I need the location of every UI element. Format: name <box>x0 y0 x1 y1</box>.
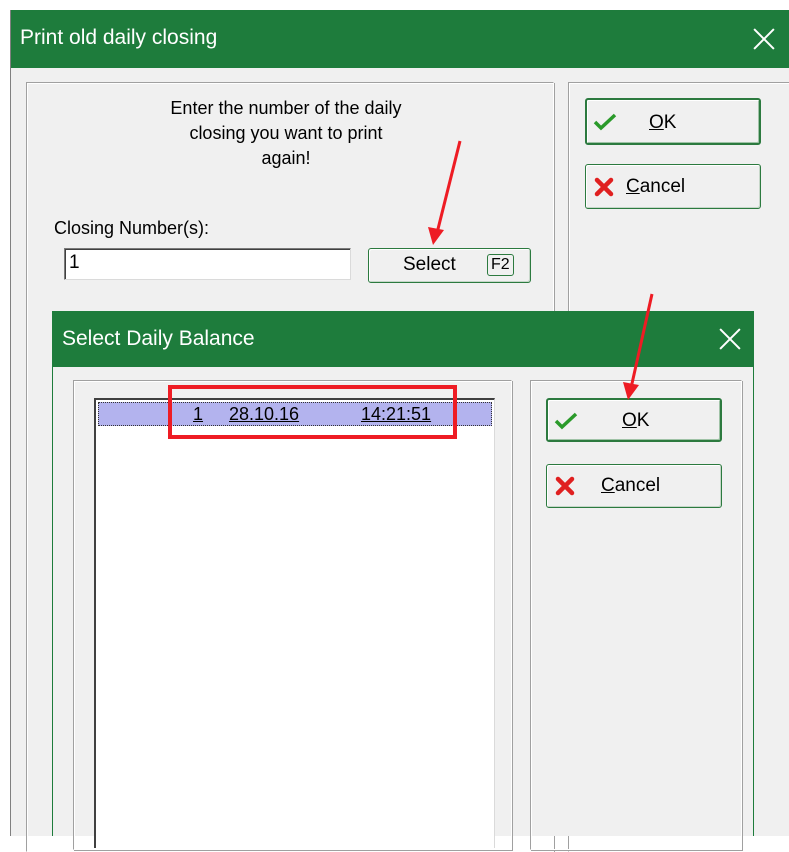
dialog-title: Select Daily Balance <box>62 327 255 350</box>
cancel-button[interactable]: Cancel <box>546 464 722 508</box>
cancel-x-icon <box>555 476 575 496</box>
cancel-button[interactable]: Cancel <box>585 164 761 209</box>
ok-button-label: OK <box>622 410 650 431</box>
ok-button[interactable]: OK <box>546 398 722 442</box>
instruction-text: Enter the number of the daily closing yo… <box>101 96 471 171</box>
close-icon[interactable] <box>751 26 777 52</box>
dialog-titlebar[interactable]: Print old daily closing <box>11 10 789 68</box>
closing-time-cell: 14:21:51 <box>361 404 432 424</box>
daily-balance-list[interactable]: 1 28.10.16 14:21:51 <box>94 398 495 848</box>
cancel-button-label: Cancel <box>601 475 661 496</box>
ok-button-label: OK <box>649 112 677 133</box>
select-daily-balance-dialog: Select Daily Balance 1 28.10.16 14:21:51… <box>52 311 754 850</box>
close-icon[interactable] <box>717 326 743 352</box>
select-button[interactable]: Select F2 <box>368 248 531 283</box>
select-button-label: Select <box>403 254 456 275</box>
closing-number-cell: 1 <box>193 404 204 424</box>
closing-number-label: Closing Number(s): <box>54 218 210 238</box>
f2-shortcut-badge: F2 <box>487 254 514 276</box>
closing-date-cell: 28.10.16 <box>229 404 300 424</box>
button-group <box>530 380 742 850</box>
closing-number-input[interactable]: 1 <box>64 248 351 280</box>
list-item[interactable]: 1 28.10.16 14:21:51 <box>98 402 492 426</box>
cancel-button-label: Cancel <box>626 176 686 197</box>
ok-button[interactable]: OK <box>585 98 761 145</box>
dialog-titlebar[interactable]: Select Daily Balance <box>53 311 753 367</box>
instruction-line: again! <box>261 148 311 168</box>
dialog-title: Print old daily closing <box>20 26 218 49</box>
cancel-x-icon <box>594 177 614 197</box>
check-icon <box>554 412 578 430</box>
instruction-line: Enter the number of the daily <box>170 98 402 118</box>
instruction-line: closing you want to print <box>189 123 383 143</box>
check-icon <box>593 113 617 131</box>
